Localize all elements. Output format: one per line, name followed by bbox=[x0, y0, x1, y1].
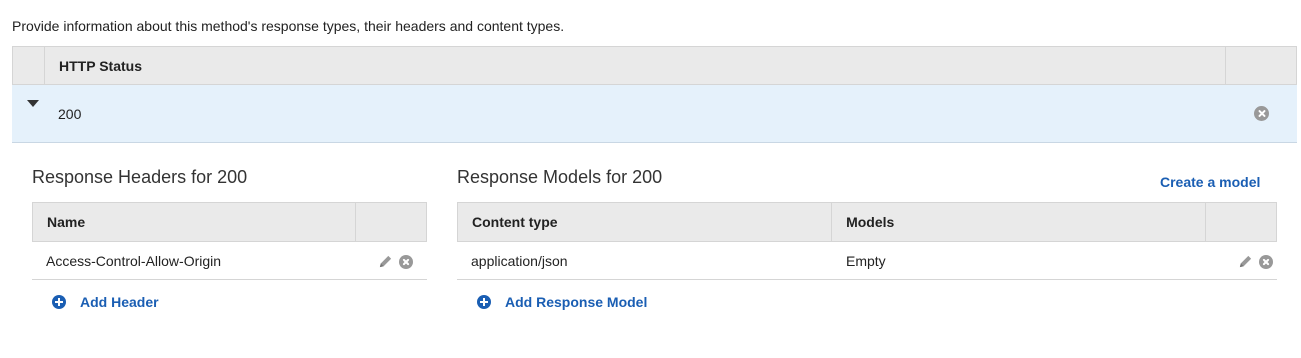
intro-text: Provide information about this method's … bbox=[12, 18, 565, 34]
add-header-label: Add Header bbox=[80, 294, 159, 310]
add-response-model-button[interactable]: Add Response Model bbox=[477, 294, 647, 310]
plus-circle-icon bbox=[52, 295, 66, 309]
caret-down-icon[interactable] bbox=[27, 100, 39, 107]
response-models-table: Content type Models application/json Emp… bbox=[457, 202, 1277, 280]
name-column-header: Name bbox=[33, 203, 357, 241]
status-row-200[interactable]: 200 bbox=[12, 85, 1297, 143]
content-type-column-header: Content type bbox=[458, 203, 833, 241]
header-actions-spacer bbox=[1226, 47, 1296, 84]
actions-column-header bbox=[1206, 203, 1276, 241]
status-code: 200 bbox=[58, 106, 82, 122]
pencil-icon[interactable] bbox=[1238, 254, 1253, 269]
header-spacer bbox=[13, 47, 45, 84]
response-headers-table: Name Access-Control-Allow-Origin bbox=[32, 202, 427, 280]
plus-circle-icon bbox=[477, 295, 491, 309]
http-status-column-header: HTTP Status bbox=[45, 47, 1226, 84]
model-row-actions bbox=[1238, 254, 1273, 269]
response-models-table-header: Content type Models bbox=[457, 202, 1277, 242]
model-value: Empty bbox=[846, 252, 886, 269]
close-circle-icon[interactable] bbox=[1259, 254, 1273, 269]
http-status-table-header: HTTP Status bbox=[12, 46, 1297, 85]
add-response-model-label: Add Response Model bbox=[505, 294, 648, 310]
close-circle-icon[interactable] bbox=[399, 254, 413, 269]
content-type-value: application/json bbox=[471, 252, 568, 269]
response-models-title: Response Models for 200 bbox=[457, 167, 663, 187]
actions-column-header bbox=[356, 203, 426, 241]
models-column-header: Models bbox=[832, 203, 1207, 241]
delete-status-button[interactable] bbox=[1254, 106, 1269, 126]
header-name: Access-Control-Allow-Origin bbox=[46, 252, 222, 269]
header-row-actions bbox=[378, 254, 413, 269]
response-headers-title: Response Headers for 200 bbox=[32, 167, 248, 187]
add-header-button[interactable]: Add Header bbox=[52, 294, 159, 310]
pencil-icon[interactable] bbox=[378, 254, 393, 269]
model-row: application/json Empty bbox=[457, 242, 1277, 280]
response-headers-table-header: Name bbox=[32, 202, 427, 242]
close-circle-icon[interactable] bbox=[1254, 106, 1269, 121]
create-model-link[interactable]: Create a model bbox=[1160, 174, 1260, 190]
http-status-table: HTTP Status 200 bbox=[12, 46, 1297, 143]
header-row: Access-Control-Allow-Origin bbox=[32, 242, 427, 280]
